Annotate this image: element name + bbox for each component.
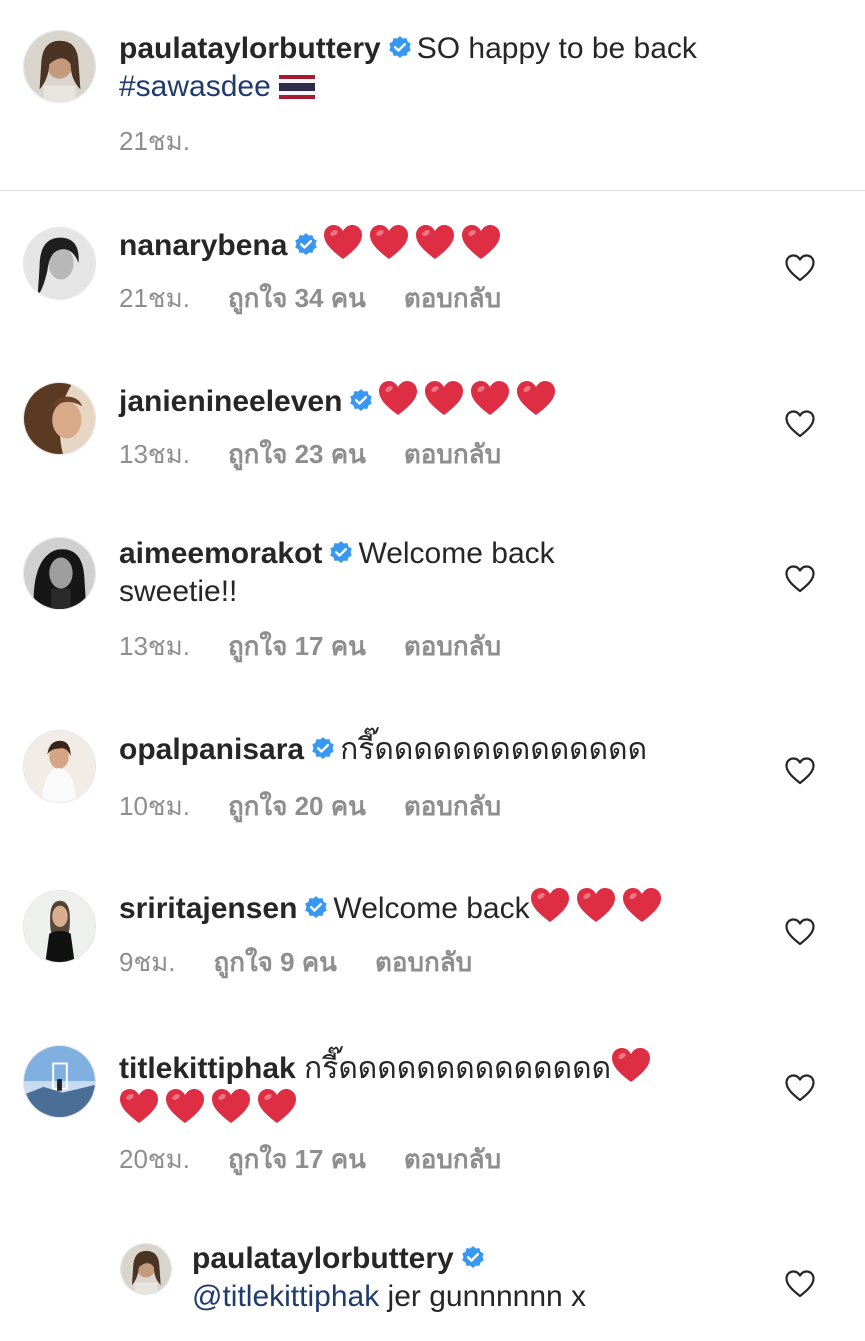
heart-outline-icon[interactable]: [785, 918, 815, 946]
heart-outline-icon[interactable]: [785, 1074, 815, 1102]
thailand-flag-icon: [278, 75, 315, 99]
heart-outline-icon[interactable]: [785, 1270, 815, 1298]
verified-badge-icon: [348, 388, 374, 414]
comment-username[interactable]: janienineeleven: [119, 385, 342, 418]
comment-text: titlekittiphak กรี๊ดดดดดดดดดดดดดด: [119, 1047, 657, 1129]
comment-avatar[interactable]: [23, 1045, 96, 1118]
comment-avatar[interactable]: [23, 382, 96, 455]
comment-text: opalpanisara กรี๊ดดดดดดดดดดดดดด: [119, 731, 647, 769]
reply-mention[interactable]: @titlekittiphak: [192, 1280, 379, 1313]
comment-text: sriritajensen Welcome back: [119, 887, 668, 928]
reply-button[interactable]: ตอบกลับ: [404, 630, 501, 662]
comment-meta: 10ชม. ถูกใจ 20 คน ตอบกลับ: [119, 790, 501, 822]
reply-button[interactable]: ตอบกลับ: [404, 790, 501, 822]
comment-text: aimeemorakot Welcome back sweetie!!: [119, 535, 555, 611]
heart-outline-icon[interactable]: [785, 254, 815, 282]
comment-likes[interactable]: ถูกใจ 23 คน: [228, 438, 366, 470]
post-caption: paulataylorbuttery SO happy to be back #s…: [119, 30, 697, 106]
red-heart-emoji-icon: [576, 887, 616, 924]
verified-badge-icon: [387, 35, 413, 61]
comment-username[interactable]: aimeemorakot: [119, 537, 322, 570]
heart-outline-icon[interactable]: [785, 757, 815, 785]
post-author-username[interactable]: paulataylorbuttery: [119, 32, 381, 65]
comment-avatar[interactable]: [23, 227, 96, 300]
heart-outline-icon[interactable]: [785, 565, 815, 593]
comment-likes[interactable]: ถูกใจ 17 คน: [228, 1143, 366, 1175]
verified-badge-icon: [460, 1245, 486, 1271]
verified-badge-icon: [303, 895, 329, 921]
red-heart-emoji-icon: [165, 1088, 205, 1125]
comment-meta: 20ชม. ถูกใจ 17 คน ตอบกลับ: [119, 1143, 501, 1175]
comment-username[interactable]: opalpanisara: [119, 733, 304, 766]
verified-badge-icon: [328, 540, 354, 566]
comment-username[interactable]: titlekittiphak: [119, 1052, 296, 1085]
comment-text: janienineeleven: [119, 380, 562, 421]
reply-username[interactable]: paulataylorbuttery: [192, 1242, 454, 1275]
comment-body-continued: sweetie!!: [119, 575, 238, 608]
comment-meta: 13ชม. ถูกใจ 23 คน ตอบกลับ: [119, 438, 501, 470]
comment-meta: 21ชม. ถูกใจ 34 คน ตอบกลับ: [119, 282, 501, 314]
red-heart-emoji-icon: [323, 224, 363, 261]
comment-likes[interactable]: ถูกใจ 17 คน: [228, 630, 366, 662]
red-heart-emoji-icon: [424, 380, 464, 417]
post-caption-text: SO happy to be back: [416, 32, 697, 65]
comment-avatar[interactable]: [23, 890, 96, 963]
red-heart-emoji-icon: [516, 380, 556, 417]
heart-emojis: [378, 381, 562, 418]
comment-time: 13ชม.: [119, 439, 190, 469]
red-heart-emoji-icon: [622, 887, 662, 924]
comment-username[interactable]: sriritajensen: [119, 892, 297, 925]
comment-time: 20ชม.: [119, 1144, 190, 1174]
reply-button[interactable]: ตอบกลับ: [375, 946, 472, 978]
red-heart-emoji-icon: [470, 380, 510, 417]
comment-likes[interactable]: ถูกใจ 9 คน: [213, 946, 337, 978]
comment-meta: 13ชม. ถูกใจ 17 คน ตอบกลับ: [119, 630, 501, 662]
caption-divider: [0, 190, 865, 191]
comment-likes[interactable]: ถูกใจ 34 คน: [228, 282, 366, 314]
reply-button[interactable]: ตอบกลับ: [404, 438, 501, 470]
comment-body: Welcome back: [333, 892, 530, 925]
red-heart-emoji-icon: [461, 224, 501, 261]
heart-emojis: [323, 225, 507, 262]
post-time: 21ชม.: [119, 126, 190, 156]
comment-text: nanarybena: [119, 224, 507, 265]
comment-time: 9ชม.: [119, 947, 176, 977]
comment-meta: 9ชม. ถูกใจ 9 คน ตอบกลับ: [119, 946, 472, 978]
red-heart-emoji-icon: [211, 1088, 251, 1125]
reply-avatar[interactable]: [120, 1243, 172, 1295]
comment-username[interactable]: nanarybena: [119, 229, 287, 262]
red-heart-emoji-icon: [378, 380, 418, 417]
red-heart-emoji-icon: [530, 887, 570, 924]
reply-body: jer gunnnnnn x: [387, 1280, 587, 1313]
reply-button[interactable]: ตอบกลับ: [404, 1143, 501, 1175]
red-heart-emoji-icon: [257, 1088, 297, 1125]
heart-emojis: [530, 888, 668, 925]
red-heart-emoji-icon: [369, 224, 409, 261]
post-meta: 21ชม.: [119, 125, 190, 157]
red-heart-emoji-icon: [415, 224, 455, 261]
red-heart-emoji-icon: [119, 1088, 159, 1125]
comment-time: 13ชม.: [119, 631, 190, 661]
comment-avatar[interactable]: [23, 730, 96, 803]
post-author-avatar[interactable]: [23, 30, 96, 103]
reply-text: paulataylorbuttery @titlekittiphak jer g…: [192, 1240, 586, 1316]
comment-time: 21ชม.: [119, 283, 190, 313]
post-hashtag[interactable]: #sawasdee: [119, 70, 271, 103]
verified-badge-icon: [293, 232, 319, 258]
reply-button[interactable]: ตอบกลับ: [404, 282, 501, 314]
comment-likes[interactable]: ถูกใจ 20 คน: [228, 790, 366, 822]
verified-badge-icon: [310, 736, 336, 762]
comment-time: 10ชม.: [119, 791, 190, 821]
comment-body: กรี๊ดดดดดดดดดดดดดด: [304, 1052, 612, 1085]
red-heart-emoji-icon: [611, 1047, 651, 1084]
heart-outline-icon[interactable]: [785, 410, 815, 438]
comment-avatar[interactable]: [23, 537, 96, 610]
comment-body: Welcome back: [358, 537, 555, 570]
comment-body: กรี๊ดดดดดดดดดดดดดด: [340, 733, 648, 766]
